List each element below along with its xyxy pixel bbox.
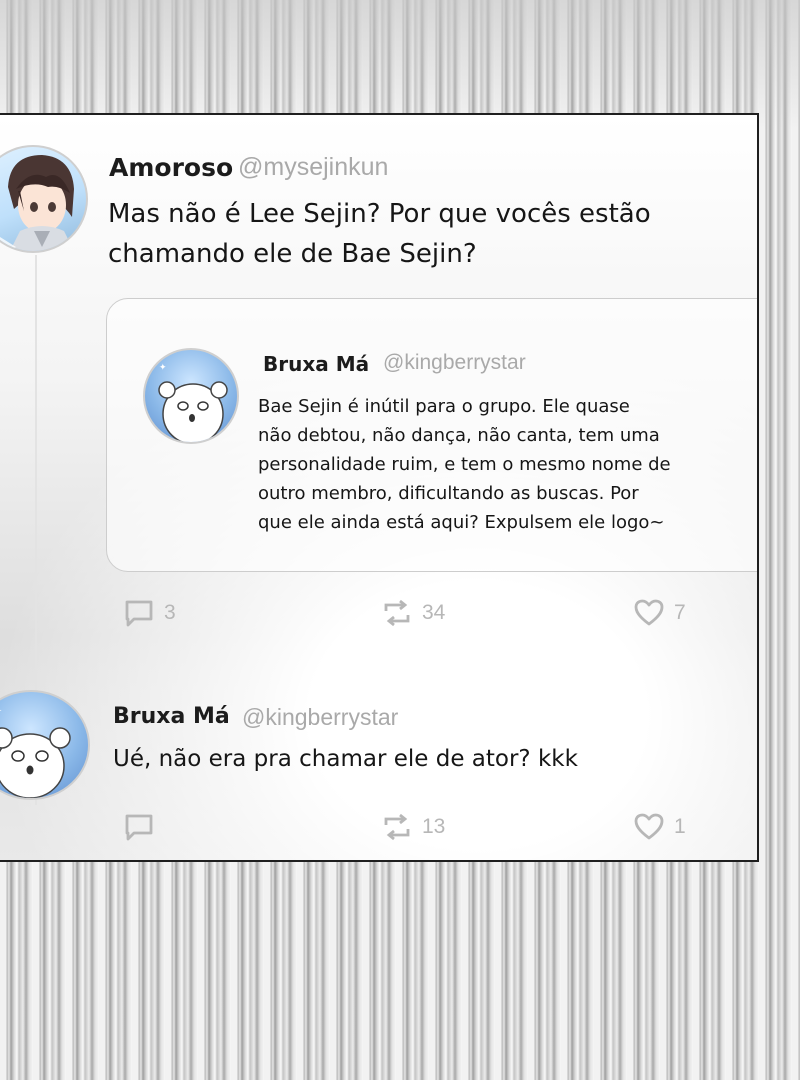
svg-text:✦: ✦ <box>0 706 2 717</box>
quoted-author-handle[interactable]: @kingberrystar <box>383 351 526 375</box>
bear-avatar-icon: ✦ ✦ <box>158 363 228 442</box>
tweet-thread-card: Amoroso @mysejinkun Mas não é Lee Sejin?… <box>0 113 759 862</box>
tweet-author-handle[interactable]: @mysejinkun <box>238 153 388 182</box>
tweet-author-name[interactable]: Amoroso <box>109 153 233 182</box>
like-count: 1 <box>674 815 686 838</box>
retweet-icon <box>384 813 410 841</box>
comment-icon <box>125 814 153 841</box>
tweet-text-line-2: chamando ele de Bae Sejin? <box>108 239 477 269</box>
retweet-count: 13 <box>422 815 446 838</box>
avatar[interactable]: ✦ <box>0 690 90 800</box>
avatar[interactable] <box>0 145 88 253</box>
comment-count: 3 <box>164 601 176 624</box>
reply-button[interactable] <box>124 813 164 841</box>
like-count: 7 <box>674 601 686 624</box>
retweet-icon <box>384 599 410 627</box>
heart-icon <box>634 813 664 840</box>
quoted-tweet[interactable]: ✦ ✦ Bruxa Má @kingberrystar Bae Sejin é … <box>106 298 757 572</box>
retweet-button[interactable]: 34 <box>382 599 445 627</box>
avatar: ✦ ✦ <box>143 348 239 444</box>
heart-icon <box>634 599 664 626</box>
quoted-text-line: não debtou, não dança, não canta, tem um… <box>258 425 660 446</box>
quoted-text-line: outro membro, dificultando as buscas. Po… <box>258 483 639 504</box>
quoted-author-name[interactable]: Bruxa Má <box>263 352 369 376</box>
reply-button[interactable]: 3 <box>124 599 176 627</box>
anime-boy-avatar-icon <box>0 155 74 251</box>
like-button[interactable]: 1 <box>634 813 686 841</box>
tweet-text-line-1: Mas não é Lee Sejin? Por que vocês estão <box>108 199 651 229</box>
comment-icon <box>125 600 153 627</box>
reply-text: Ué, não era pra chamar ele de ator? kkk <box>113 746 578 772</box>
quoted-text-line: personalidade ruim, e tem o mesmo nome d… <box>258 454 671 475</box>
retweet-count: 34 <box>422 601 446 624</box>
reply-author-name[interactable]: Bruxa Má <box>113 704 230 729</box>
reply-author-handle[interactable]: @kingberrystar <box>242 704 398 731</box>
quoted-text-line: que ele ainda está aqui? Expulsem ele lo… <box>258 512 665 533</box>
quoted-text-line: Bae Sejin é inútil para o grupo. Ele qua… <box>258 396 630 417</box>
bear-avatar-icon: ✦ <box>0 706 71 798</box>
background-speedlines <box>0 0 800 130</box>
retweet-button[interactable]: 13 <box>382 813 445 841</box>
like-button[interactable]: 7 <box>634 599 686 627</box>
svg-text:✦: ✦ <box>159 363 167 373</box>
